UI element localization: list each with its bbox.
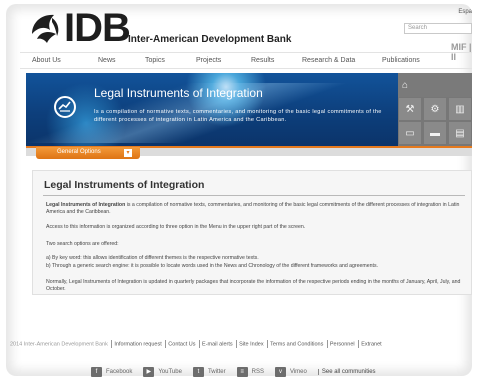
gear-tile[interactable]: ⚙	[424, 98, 446, 120]
nav-item-research-data[interactable]: Research & Data	[302, 57, 355, 64]
title-divider	[43, 195, 465, 196]
general-options-tab[interactable]: General Options ▾	[36, 147, 140, 159]
social-label: Facebook	[106, 369, 133, 375]
chart-tile[interactable]: ▥	[449, 98, 471, 120]
general-options-label: General Options	[57, 149, 101, 155]
hammer-icon: ⚒	[405, 103, 415, 115]
main-navigation: About Us News Topics Projects Results Re…	[20, 52, 472, 69]
footer-link-information-request[interactable]: Information request	[114, 341, 161, 347]
social-label: YouTube	[158, 369, 182, 375]
folder-tile[interactable]: ▬	[424, 122, 446, 144]
idb-logo-text[interactable]: IDB	[64, 6, 131, 50]
quick-menu-tiles: ⌂ ⚒ ⚙ ▥ ▭ ▬ ▤	[398, 73, 472, 146]
chevron-down-icon[interactable]: ▾	[124, 149, 132, 157]
idb-logo-icon	[32, 14, 59, 43]
banner-description: Is a compilation of normative texts, com…	[94, 109, 382, 123]
nav-item-publications[interactable]: Publications	[382, 57, 420, 64]
twitter-icon: t	[192, 367, 204, 377]
organization-name: Inter-American Development Bank	[128, 34, 292, 45]
nav-item-topics[interactable]: Topics	[145, 57, 165, 64]
page-frame: IDB Inter-American Development Bank Espa…	[6, 4, 472, 376]
hero-banner: Legal Instruments of Integration Is a co…	[26, 73, 398, 146]
update-paragraph: Normally, Legal Instruments of Integrati…	[46, 279, 461, 292]
rss-icon: ≡	[236, 367, 248, 377]
content-title: Legal Instruments of Integration	[44, 179, 205, 191]
home-tile[interactable]: ⌂	[398, 73, 472, 97]
social-links: f Facebook ▶ YouTube t Twitter ≡ RSS v V…	[91, 366, 387, 378]
nav-item-news[interactable]: News	[98, 57, 116, 64]
youtube-icon: ▶	[143, 367, 155, 377]
footer-link-personnel[interactable]: Personnel	[330, 341, 355, 347]
vimeo-icon: v	[274, 367, 286, 377]
bar-chart-icon: ▥	[455, 103, 465, 115]
footer-link-site-index[interactable]: Site Index	[239, 341, 263, 347]
nav-item-about-us[interactable]: About Us	[32, 57, 61, 64]
footer-link-extranet[interactable]: Extranet	[361, 341, 381, 347]
laptop-tile[interactable]: ▭	[399, 122, 421, 144]
footer-link-terms[interactable]: Terms and Conditions	[270, 341, 323, 347]
social-label: Vimeo	[289, 369, 307, 375]
copyright-text: 2014 Inter-American Development Bank	[10, 341, 108, 348]
social-vimeo[interactable]: v Vimeo	[274, 367, 307, 377]
nav-item-results[interactable]: Results	[251, 57, 274, 64]
social-rss[interactable]: ≡ RSS	[236, 367, 264, 377]
access-paragraph: Access to this information is organized …	[46, 224, 306, 230]
option-a-text: a) By key word: this allows identificati…	[46, 255, 259, 261]
laptop-icon: ▭	[405, 127, 415, 139]
banner-title: Legal Instruments of Integration	[94, 86, 263, 100]
nav-item-projects[interactable]: Projects	[196, 57, 221, 64]
document-icon: ▤	[455, 127, 465, 139]
all-communities-link[interactable]: See all communities	[317, 369, 376, 375]
social-label: RSS	[251, 369, 264, 375]
content-panel: Legal Instruments of Integration Legal I…	[32, 170, 472, 295]
folder-icon: ▬	[430, 127, 440, 139]
facebook-icon: f	[91, 367, 102, 377]
footer-link-email-alerts[interactable]: E-mail alerts	[202, 341, 233, 347]
home-icon: ⌂	[402, 79, 409, 91]
social-label: Twitter	[207, 369, 226, 375]
intro-paragraph: Legal Instruments of Integration is a co…	[46, 202, 466, 216]
gear-icon: ⚙	[430, 103, 440, 115]
legal-instruments-icon	[54, 96, 76, 118]
document-tile[interactable]: ▤	[449, 122, 471, 144]
footer-links: 2014 Inter-American Development Bank Inf…	[10, 340, 472, 350]
social-twitter[interactable]: t Twitter	[192, 367, 226, 377]
search-input[interactable]: Search	[404, 23, 472, 34]
social-youtube[interactable]: ▶ YouTube	[143, 367, 182, 377]
language-link[interactable]: Espa	[458, 9, 472, 15]
option-b-text: b) Through a generic search engine: it i…	[46, 263, 378, 269]
hammer-tile[interactable]: ⚒	[399, 98, 421, 120]
social-facebook[interactable]: f Facebook	[91, 367, 132, 377]
search-options-paragraph: Two search options are offered:	[46, 241, 119, 247]
intro-bold: Legal Instruments of Integration	[46, 202, 126, 208]
footer-link-contact-us[interactable]: Contact Us	[168, 341, 195, 347]
